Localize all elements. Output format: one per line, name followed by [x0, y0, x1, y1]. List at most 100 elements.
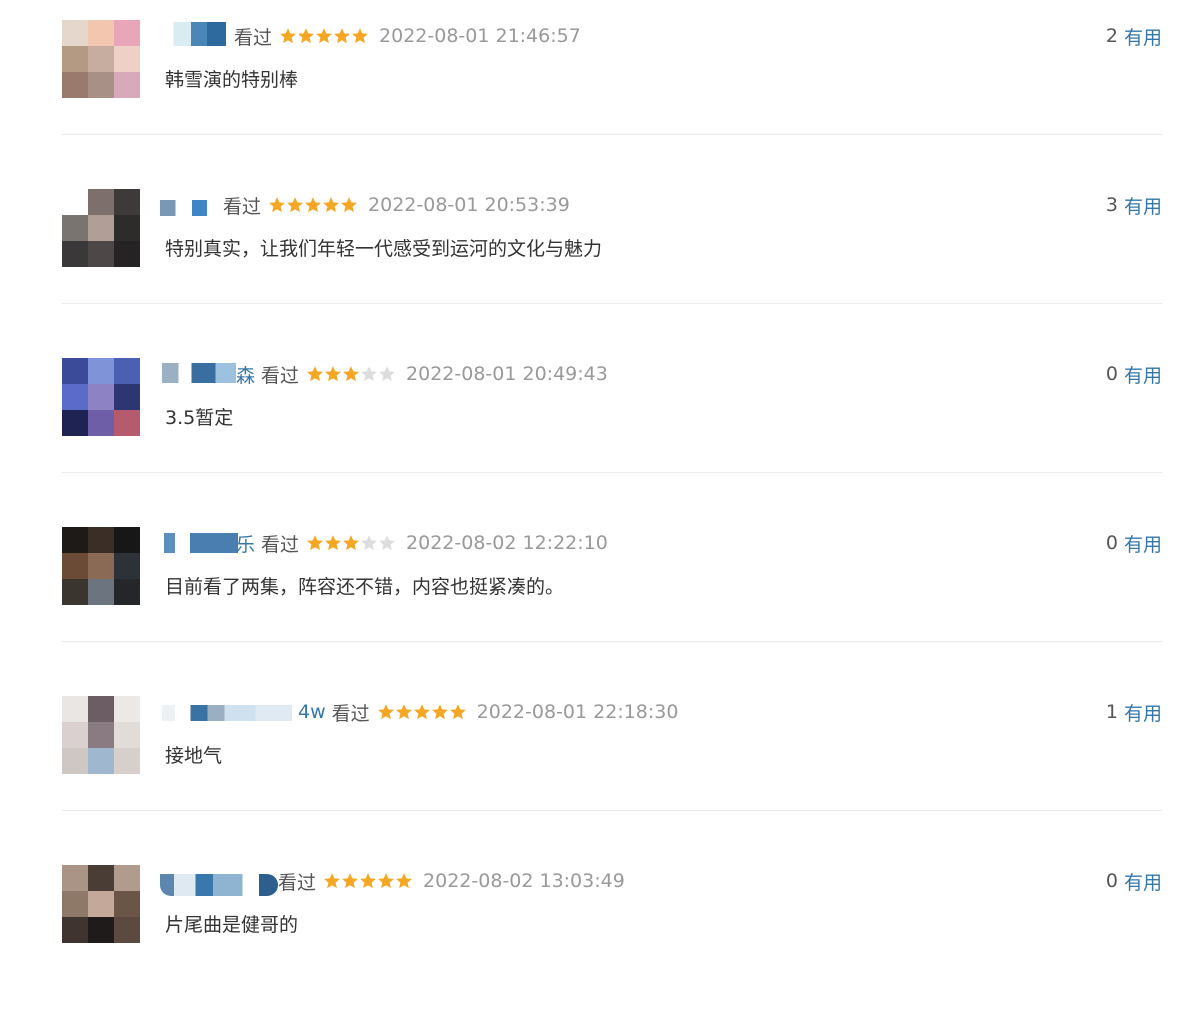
star-filled-icon [324, 873, 340, 889]
star-filled-icon [334, 28, 350, 44]
comment-text: 接地气 [165, 745, 223, 767]
star-filled-icon [323, 197, 339, 213]
vote-area: 0 有用 [1106, 360, 1162, 388]
star-filled-icon [431, 704, 448, 720]
star-filled-icon [378, 873, 394, 889]
useful-button[interactable]: 有用 [1124, 530, 1162, 557]
star-filled-icon [413, 704, 430, 720]
useful-button[interactable]: 有用 [1124, 868, 1162, 895]
vote-area: 1 有用 [1106, 698, 1162, 726]
useful-button[interactable]: 有用 [1124, 361, 1162, 388]
rating-stars [306, 365, 396, 383]
watched-label: 看过 [331, 702, 370, 725]
comment-meta: 看过 2022-08-01 20:53:39 [223, 191, 570, 219]
vote-area: 2 有用 [1106, 22, 1162, 50]
comment-time: 2022-08-02 12:22:10 [406, 532, 608, 554]
comment-item: 看过 2022-08-02 13:03:49 0 有用 片尾曲是健哥的 [62, 845, 1162, 1014]
comment-time: 2022-08-01 22:18:30 [476, 701, 679, 723]
username-obscured[interactable] [160, 200, 212, 216]
comment-meta: 森 看过 2022-08-01 20:49:43 [236, 360, 608, 388]
star-filled-icon [352, 28, 368, 44]
comment-text: 3.5暂定 [165, 407, 234, 429]
star-filled-icon [341, 197, 357, 213]
divider [62, 134, 1162, 135]
rating-stars [279, 27, 369, 45]
star-filled-icon [360, 873, 376, 889]
avatar[interactable] [62, 696, 140, 774]
star-empty-icon [361, 535, 377, 551]
comment-item: 乐 看过 2022-08-02 12:22:10 0 有用 目前看了两集，阵容还… [62, 507, 1162, 676]
rating-stars [323, 872, 413, 890]
star-filled-icon [396, 873, 412, 889]
star-filled-icon [325, 535, 341, 551]
avatar[interactable] [62, 20, 140, 98]
comment-text: 片尾曲是健哥的 [165, 914, 299, 936]
star-filled-icon [395, 704, 412, 720]
watched-label: 看过 [234, 26, 273, 49]
vote-count: 0 [1105, 870, 1118, 892]
star-empty-icon [361, 366, 377, 382]
watched-label: 看过 [278, 871, 317, 894]
star-empty-icon [379, 366, 395, 382]
comment-item: 看过 2022-08-01 21:46:57 2 有用 韩雪演的特别棒 [62, 0, 1162, 169]
star-filled-icon [449, 704, 466, 720]
comment-meta: 乐 看过 2022-08-02 12:22:10 [236, 529, 608, 557]
rating-stars [268, 196, 358, 214]
vote-count: 0 [1105, 532, 1118, 554]
comment-item: 看过 2022-08-01 20:53:39 3 有用 特别真实，让我们年轻一代… [62, 169, 1162, 338]
comment-text: 韩雪演的特别棒 [165, 69, 299, 91]
vote-count: 3 [1105, 194, 1118, 216]
rating-stars [306, 534, 396, 552]
star-empty-icon [379, 535, 395, 551]
useful-button[interactable]: 有用 [1124, 192, 1162, 219]
watched-label: 看过 [223, 195, 262, 218]
username-obscured[interactable] [162, 22, 226, 46]
comment-time: 2022-08-01 20:49:43 [406, 363, 608, 385]
username-obscured[interactable] [162, 363, 236, 383]
star-filled-icon [316, 28, 332, 44]
username[interactable]: 乐 [236, 530, 255, 557]
star-filled-icon [269, 197, 285, 213]
vote-area: 0 有用 [1106, 867, 1162, 895]
watched-label: 看过 [261, 533, 300, 556]
comment-meta: 看过 2022-08-01 21:46:57 [234, 22, 581, 50]
comment-time: 2022-08-01 20:53:39 [368, 194, 570, 216]
username-obscured[interactable] [160, 874, 278, 896]
star-filled-icon [305, 197, 321, 213]
username[interactable]: 4w [298, 701, 326, 723]
vote-count: 2 [1105, 25, 1118, 47]
vote-count: 0 [1105, 363, 1118, 385]
comment-text: 特别真实，让我们年轻一代感受到运河的文化与魅力 [165, 238, 603, 260]
watched-label: 看过 [261, 364, 300, 387]
divider [62, 810, 1162, 811]
avatar[interactable] [62, 358, 140, 436]
comment-item: 4w 看过 2022-08-01 22:18:30 1 有用 接地气 [62, 676, 1162, 845]
comment-text: 目前看了两集，阵容还不错，内容也挺紧凑的。 [165, 576, 565, 598]
star-filled-icon [298, 28, 314, 44]
vote-count: 1 [1105, 701, 1118, 723]
avatar[interactable] [62, 865, 140, 943]
divider [62, 472, 1162, 473]
star-filled-icon [343, 366, 359, 382]
star-filled-icon [342, 873, 358, 889]
rating-stars [377, 703, 467, 721]
star-filled-icon [307, 535, 323, 551]
comment-meta: 看过 2022-08-02 13:03:49 [278, 867, 625, 895]
comment-time: 2022-08-02 13:03:49 [423, 870, 625, 892]
divider [62, 303, 1162, 304]
avatar[interactable] [62, 527, 140, 605]
username-obscured[interactable] [162, 705, 292, 721]
comment-meta: 4w 看过 2022-08-01 22:18:30 [298, 698, 678, 726]
useful-button[interactable]: 有用 [1124, 23, 1162, 50]
username[interactable]: 森 [236, 361, 255, 388]
comment-time: 2022-08-01 21:46:57 [379, 25, 581, 47]
star-filled-icon [307, 366, 323, 382]
vote-area: 0 有用 [1106, 529, 1162, 557]
star-filled-icon [377, 704, 394, 720]
avatar[interactable] [62, 189, 140, 267]
useful-button[interactable]: 有用 [1124, 699, 1162, 726]
star-filled-icon [280, 28, 296, 44]
username-obscured[interactable] [164, 533, 238, 553]
star-filled-icon [325, 366, 341, 382]
star-filled-icon [343, 535, 359, 551]
